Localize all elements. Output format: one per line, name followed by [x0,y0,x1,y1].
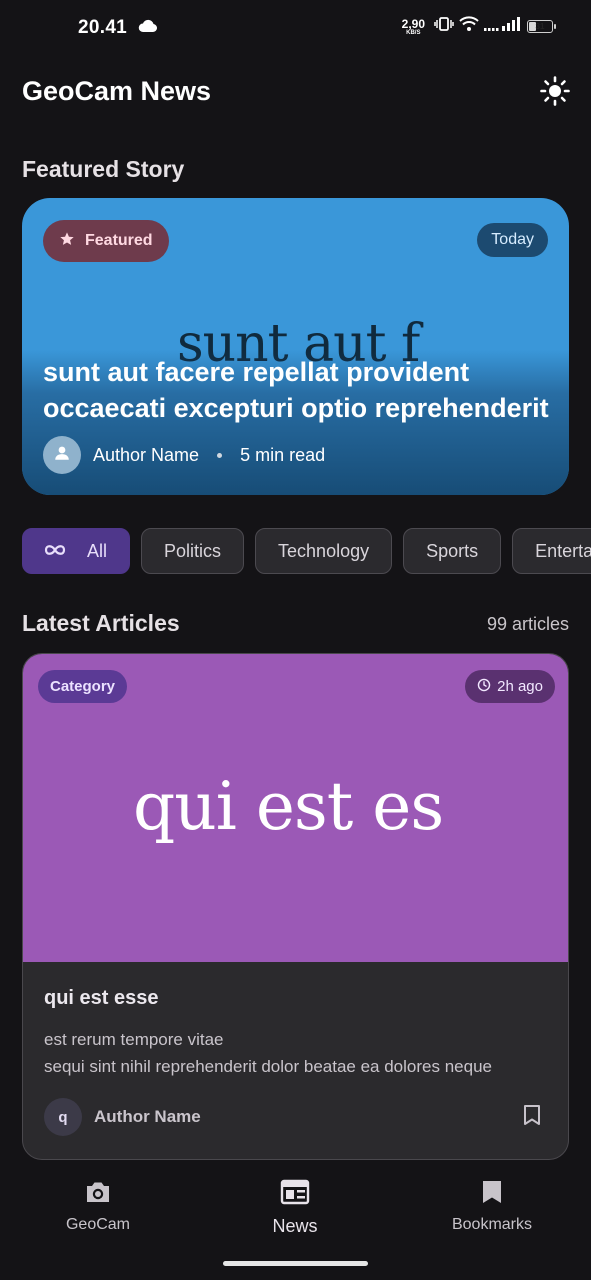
time-ago: 2h ago [497,678,543,695]
battery-icon: 31 [527,20,556,33]
article-excerpt-line1: est rerum tempore vitae [44,1030,224,1049]
chip-label: Entertainment [535,540,591,561]
article-excerpt: est rerum tempore vitae sequi sint nihil… [44,1026,549,1080]
chip-all[interactable]: All [22,528,131,574]
featured-meta: Author Name 5 min read [43,436,325,474]
featured-headline: sunt aut facere repellat provident occae… [43,354,553,426]
article-excerpt-line2: sequi sint nihil reprehenderit dolor bea… [44,1057,492,1076]
featured-badge: Featured [43,220,169,262]
meta-separator [217,452,223,458]
cloud-icon [138,19,158,38]
article-title: qui est esse [44,987,159,1009]
network-speed-unit: KB/S [406,29,421,36]
chip-label: Politics [164,540,222,561]
category-chips: All Politics Technology Sports Entertain… [22,528,591,574]
wifi-icon [459,16,479,37]
clock-icon [477,678,491,696]
article-image: qui est es Category 2h ago [23,654,568,962]
time-badge: 2h ago [465,670,555,703]
chip-technology[interactable]: Technology [255,528,393,574]
article-author: Author Name [94,1107,201,1126]
sun-icon [540,75,570,111]
status-icons: 2,90 KB/S 31 [402,16,556,37]
network-speed: 2,90 KB/S [402,18,425,36]
nav-news[interactable]: News [255,1179,335,1237]
featured-story-card[interactable]: sunt aut f Featured Today sunt aut facer… [22,198,569,495]
category-badge: Category [38,670,128,703]
bookmark-button[interactable] [520,1104,544,1130]
nav-bookmarks[interactable]: Bookmarks [442,1179,542,1234]
avatar: q [44,1098,82,1136]
camera-icon [84,1179,112,1210]
featured-badge-label: Featured [85,232,153,249]
bookmark-outline-icon [523,1104,541,1131]
featured-headline-line1: sunt aut facere repellat provident [43,357,470,387]
chip-politics[interactable]: Politics [141,528,245,574]
featured-headline-line2: occaecati excepturi optio reprehenderit [43,393,549,423]
status-time: 20.41 [78,17,128,38]
person-icon [53,444,71,467]
app-title: GeoCam News [22,76,212,106]
network-speed-value: 2,90 [401,16,425,31]
star-icon [59,231,75,252]
chip-label: Sports [426,540,479,561]
nav-label: Bookmarks [451,1216,533,1233]
chip-label: All [87,540,108,561]
featured-author: Author Name [93,444,200,465]
newspaper-icon [280,1179,310,1210]
latest-section-title: Latest Articles [22,610,180,636]
status-bar: 20.41 2,90 KB/S 31 [0,0,591,56]
home-indicator [223,1261,368,1266]
nav-label: GeoCam [65,1216,131,1233]
infinity-icon [43,541,67,562]
article-image-text: qui est es [133,768,444,845]
chip-entertainment[interactable]: Entertainment [512,528,591,574]
battery-level: 31 [535,22,545,31]
nav-geocam[interactable]: GeoCam [58,1179,138,1234]
article-card[interactable]: qui est es Category 2h ago qui est esse … [22,653,569,1160]
date-badge: Today [477,223,548,257]
vibrate-icon [434,16,454,37]
chip-label: Technology [278,540,370,561]
signal-icon [484,16,522,37]
featured-section-title: Featured Story [22,156,185,182]
bookmark-icon [481,1179,503,1210]
theme-toggle-button[interactable] [537,75,573,111]
nav-label: News [272,1216,318,1236]
avatar [43,436,81,474]
article-meta: q Author Name [44,1098,201,1136]
featured-read-time: 5 min read [240,444,326,465]
article-count: 99 articles [486,614,569,634]
chip-sports[interactable]: Sports [403,528,502,574]
